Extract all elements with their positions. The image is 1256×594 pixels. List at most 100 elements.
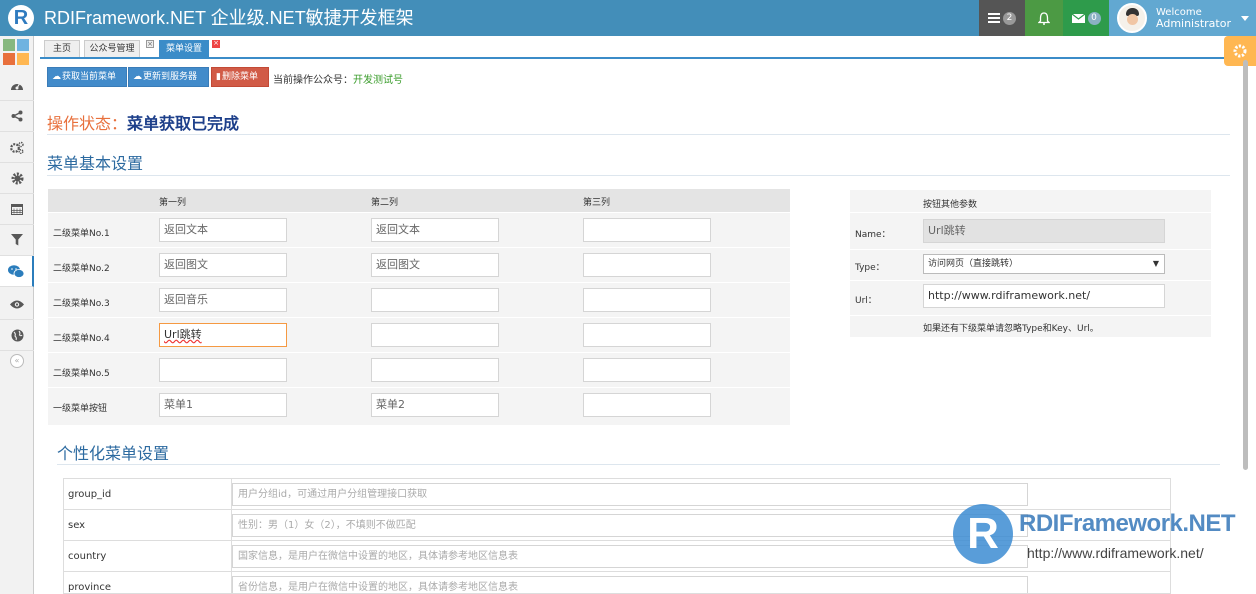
- country-input[interactable]: 国家信息，是用户在微信中设置的地区，具体请参考地区信息表: [232, 545, 1028, 568]
- top-navbar: R RDIFramework.NET 企业级.NET敏捷开发框架 2 0 Wel…: [0, 0, 1256, 36]
- personal-settings-title: 个性化菜单设置: [57, 446, 170, 463]
- watermark-logo-icon: R: [953, 504, 1013, 564]
- tab-close-icon[interactable]: ×: [212, 40, 220, 48]
- brand[interactable]: R RDIFramework.NET 企业级.NET敏捷开发框架: [8, 4, 414, 32]
- sidebar-item-globe[interactable]: [0, 320, 34, 351]
- user-welcome: Welcome Administrator: [1156, 7, 1231, 30]
- dashboard-icon: [11, 82, 23, 90]
- page-scrollbar[interactable]: [1243, 60, 1248, 470]
- menu-name-input[interactable]: 菜单2: [371, 393, 499, 417]
- tasks-button[interactable]: 2: [979, 0, 1025, 36]
- operation-status: 操作状态：菜单获取已完成: [47, 110, 239, 134]
- menu-name-input[interactable]: [583, 323, 711, 347]
- fetch-menu-button[interactable]: ☁获取当前菜单: [47, 67, 127, 87]
- messages-badge: 0: [1087, 11, 1101, 25]
- sidebar-item-wechat[interactable]: [0, 256, 34, 287]
- globe-icon: [11, 329, 23, 341]
- tasks-icon: [988, 13, 1000, 23]
- menu-name-input[interactable]: [583, 288, 711, 312]
- shortcuts-icon[interactable]: [3, 39, 31, 67]
- divider: [47, 175, 1230, 176]
- params-title: 按钮其他参数: [923, 200, 978, 210]
- share-icon: [11, 110, 23, 122]
- sidebar-item-settings[interactable]: [0, 163, 34, 194]
- cogs-icon: [10, 141, 24, 154]
- field-key: country: [68, 551, 107, 562]
- user-menu[interactable]: Welcome Administrator: [1109, 0, 1256, 36]
- messages-button[interactable]: 0: [1063, 0, 1109, 36]
- divider: [57, 464, 1220, 465]
- delete-menu-button[interactable]: ▮删除菜单: [211, 67, 269, 87]
- name-field[interactable]: Url跳转: [923, 219, 1165, 243]
- envelope-icon: [1071, 13, 1085, 23]
- menu-name-input[interactable]: [583, 393, 711, 417]
- sidebar-item-cogs[interactable]: [0, 132, 34, 163]
- tab-home[interactable]: 主页: [44, 40, 80, 57]
- menu-name-input[interactable]: 返回音乐: [159, 288, 287, 312]
- sidebar-item-view[interactable]: [0, 289, 34, 320]
- button-params-panel: 按钮其他参数 Name： Url跳转 Type： 访问网页（直接跳转） ▼ Ur…: [850, 189, 1211, 337]
- menu-name-input[interactable]: 返回图文: [159, 253, 287, 277]
- update-server-button[interactable]: ☁更新到服务器: [128, 67, 209, 87]
- eye-icon: [10, 300, 24, 308]
- sidebar-item-dashboard[interactable]: [0, 70, 34, 101]
- sex-input[interactable]: 性别：男（1）女（2），不填则不做匹配: [232, 514, 1028, 537]
- current-account-label: 当前操作公众号：: [273, 75, 353, 86]
- group-id-input[interactable]: 用户分组id，可通过用户分组管理接口获取: [232, 483, 1028, 506]
- menu-name-input[interactable]: 菜单1: [159, 393, 287, 417]
- field-key: province: [68, 582, 112, 593]
- user-name: Administrator: [1156, 16, 1231, 30]
- tab-bar: 主页 公众号管理 × 菜单设置 ×: [40, 40, 1246, 59]
- basic-settings-title: 菜单基本设置: [47, 156, 144, 173]
- sidebar-item-calendar[interactable]: [0, 194, 34, 225]
- settings-toggle-button[interactable]: [1224, 36, 1256, 66]
- avatar: [1117, 3, 1147, 33]
- menu-name-input[interactable]: [371, 288, 499, 312]
- update-server-label: 更新到服务器: [143, 72, 198, 82]
- menu-name-input[interactable]: [371, 323, 499, 347]
- menu-row: 二级菜单No.4 Url跳转: [48, 317, 790, 352]
- notifications-button[interactable]: [1025, 0, 1063, 36]
- menu-name-input[interactable]: 返回图文: [371, 253, 499, 277]
- current-account-name: 开发测试号: [353, 75, 403, 86]
- sidebar-item-filter[interactable]: [0, 225, 34, 256]
- trash-icon: ▮: [216, 72, 221, 82]
- menu-name-value: Url跳转: [164, 328, 202, 341]
- menu-name-input[interactable]: [583, 253, 711, 277]
- tab-close-icon[interactable]: ×: [146, 40, 154, 48]
- caret-down-icon: [1241, 15, 1249, 21]
- sidebar: «: [0, 36, 34, 594]
- sidebar-collapse-button[interactable]: «: [10, 354, 24, 368]
- menu-name-input[interactable]: 返回文本: [371, 218, 499, 242]
- fetch-menu-label: 获取当前菜单: [62, 72, 117, 82]
- row-label: 二级菜单No.3: [53, 299, 110, 309]
- menu-name-input[interactable]: [159, 358, 287, 382]
- cloud-download-icon: ☁: [52, 72, 61, 82]
- column-header: 第一列: [159, 198, 187, 208]
- row-label: 一级菜单按钮: [53, 404, 108, 414]
- province-input[interactable]: 省份信息，是用户在微信中设置的地区，具体请参考地区信息表: [232, 576, 1028, 593]
- row-label: 二级菜单No.2: [53, 264, 110, 274]
- brand-title: RDIFramework.NET 企业级.NET敏捷开发框架: [44, 8, 414, 28]
- field-key: group_id: [68, 489, 112, 500]
- caret-down-icon: ▼: [1152, 259, 1159, 268]
- params-row: Url： http://www.rdiframework.net/: [850, 280, 1211, 315]
- menu-name-input[interactable]: [583, 218, 711, 242]
- menu-name-input[interactable]: [583, 358, 711, 382]
- status-value: 菜单获取已完成: [127, 116, 240, 133]
- gear-icon: [11, 172, 23, 184]
- column-header: 第二列: [371, 198, 399, 208]
- type-select[interactable]: 访问网页（直接跳转） ▼: [923, 254, 1165, 274]
- menu-name-input-focused[interactable]: Url跳转: [159, 323, 287, 347]
- sidebar-item-share[interactable]: [0, 101, 34, 132]
- tasks-badge: 2: [1003, 11, 1016, 25]
- cloud-upload-icon: ☁: [133, 72, 142, 82]
- tab-account-management[interactable]: 公众号管理: [84, 40, 140, 57]
- menu-name-input[interactable]: [371, 358, 499, 382]
- menu-row: 一级菜单按钮 菜单1 菜单2: [48, 387, 790, 422]
- menu-name-input[interactable]: 返回文本: [159, 218, 287, 242]
- table-row: province 省份信息，是用户在微信中设置的地区，具体请参考地区信息表: [64, 572, 1170, 593]
- tab-menu-settings[interactable]: 菜单设置: [159, 40, 209, 57]
- url-field[interactable]: http://www.rdiframework.net/: [923, 284, 1165, 308]
- params-note-row: 如果还有下级菜单请忽略Type和Key、Url。: [850, 315, 1211, 337]
